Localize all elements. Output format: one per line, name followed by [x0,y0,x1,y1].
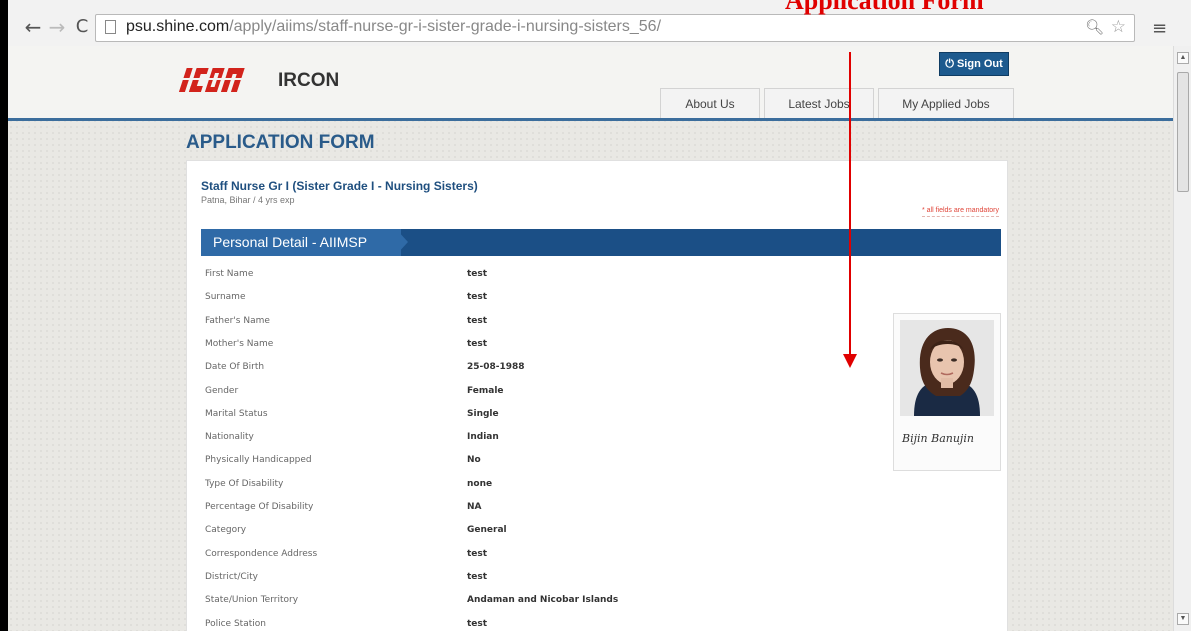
field-label: Marital Status [205,409,268,419]
forward-button[interactable]: → [46,16,68,38]
field-row: Percentage Of Disability NA [205,502,805,522]
field-row: Correspondence Address test [205,549,805,569]
vertical-scrollbar[interactable]: ▲ ▼ [1173,46,1191,631]
field-row: Mother's Name test [205,339,805,359]
mandatory-note: * all fields are mandatory [921,207,999,217]
page-title: APPLICATION FORM [186,132,375,153]
field-value: General [467,525,507,535]
field-label: Type Of Disability [205,479,284,489]
field-label: Nationality [205,432,254,442]
url-path: /apply/aiims/staff-nurse-gr-i-sister-gra… [229,18,662,35]
field-value: test [467,292,488,302]
browser-window: ← → C psu.shine.com/apply/aiims/staff-nu… [8,0,1191,631]
section-arrow-icon [396,229,408,255]
job-meta: Patna, Bihar / 4 yrs exp [201,195,295,205]
scroll-up-arrow-icon[interactable]: ▲ [1177,52,1189,64]
page-icon [105,20,116,34]
field-value: test [467,339,488,349]
annotation-title: Application Form [785,0,984,15]
field-value: test [467,316,488,326]
field-label: Surname [205,292,246,302]
field-value: test [467,269,488,279]
magnifier-icon[interactable]: 🔍︎ [1085,18,1104,36]
field-label: State/Union Territory [205,595,299,605]
url-host: psu.shine.com [126,18,230,35]
field-label: Correspondence Address [205,549,318,559]
job-title: Staff Nurse Gr I (Sister Grade I - Nursi… [201,179,478,193]
field-row: Police Station test [205,619,805,631]
field-label: Gender [205,386,239,396]
field-value: test [467,549,488,559]
annotation-arrow-icon [843,52,857,368]
sign-out-button[interactable]: ⏻ Sign Out [939,52,1009,76]
field-label: Date Of Birth [205,362,265,372]
hamburger-menu-icon[interactable]: ≡ [1152,18,1167,39]
section-header: Personal Detail - AIIMSP [201,229,1001,256]
field-value: test [467,572,488,582]
field-value: 25-08-1988 [467,362,525,372]
field-label: First Name [205,269,254,279]
field-label: Physically Handicapped [205,455,312,465]
field-label: Mother's Name [205,339,274,349]
section-title: Personal Detail - AIIMSP [201,229,402,256]
scroll-thumb[interactable] [1177,72,1189,192]
applicant-photo [900,320,994,416]
address-bar[interactable]: psu.shine.com/apply/aiims/staff-nurse-gr… [95,14,1135,42]
field-row: Physically Handicapped No [205,455,805,475]
field-value: No [467,455,481,465]
field-label: Father's Name [205,316,270,326]
field-row: Type Of Disability none [205,479,805,499]
field-label: Police Station [205,619,266,629]
field-value: test [467,619,488,629]
field-row: Surname test [205,292,805,312]
scroll-down-arrow-icon[interactable]: ▼ [1177,613,1189,625]
field-row: Father's Name test [205,316,805,336]
field-row: District/City test [205,572,805,592]
field-label: Percentage Of Disability [205,502,314,512]
ircon-logo-icon[interactable] [176,64,264,96]
field-row: Gender Female [205,386,805,406]
field-value: none [467,479,493,489]
field-row: Date Of Birth 25-08-1988 [205,362,805,382]
field-label: Category [205,525,247,535]
site-header: IRCON ⏻ Sign Out About Us Latest Jobs My… [8,46,1173,121]
site-name: IRCON [278,70,340,91]
field-value: Indian [467,432,499,442]
field-row: Category General [205,525,805,545]
field-value: Andaman and Nicobar Islands [467,595,619,605]
star-icon[interactable]: ☆ [1111,17,1126,37]
field-value: Female [467,386,504,396]
photo-box: Bijin Banujin [893,313,1001,471]
application-form-card: Staff Nurse Gr I (Sister Grade I - Nursi… [186,160,1008,631]
url-text[interactable]: psu.shine.com/apply/aiims/staff-nurse-gr… [126,18,661,36]
page-viewport: IRCON ⏻ Sign Out About Us Latest Jobs My… [8,46,1173,631]
field-value: Single [467,409,499,419]
reload-button[interactable]: C [71,16,93,38]
field-row: State/Union Territory Andaman and Nicobar… [205,595,805,615]
browser-toolbar: ← → C psu.shine.com/apply/aiims/staff-nu… [8,6,1191,46]
field-row: First Name test [205,269,805,289]
field-value: NA [467,502,482,512]
applicant-signature: Bijin Banujin [902,432,974,445]
field-label: District/City [205,572,258,582]
back-button[interactable]: ← [22,16,44,38]
nav-about-us[interactable]: About Us [660,88,760,118]
field-row: Nationality Indian [205,432,805,452]
field-row: Marital Status Single [205,409,805,429]
nav-my-applied-jobs[interactable]: My Applied Jobs [878,88,1014,118]
